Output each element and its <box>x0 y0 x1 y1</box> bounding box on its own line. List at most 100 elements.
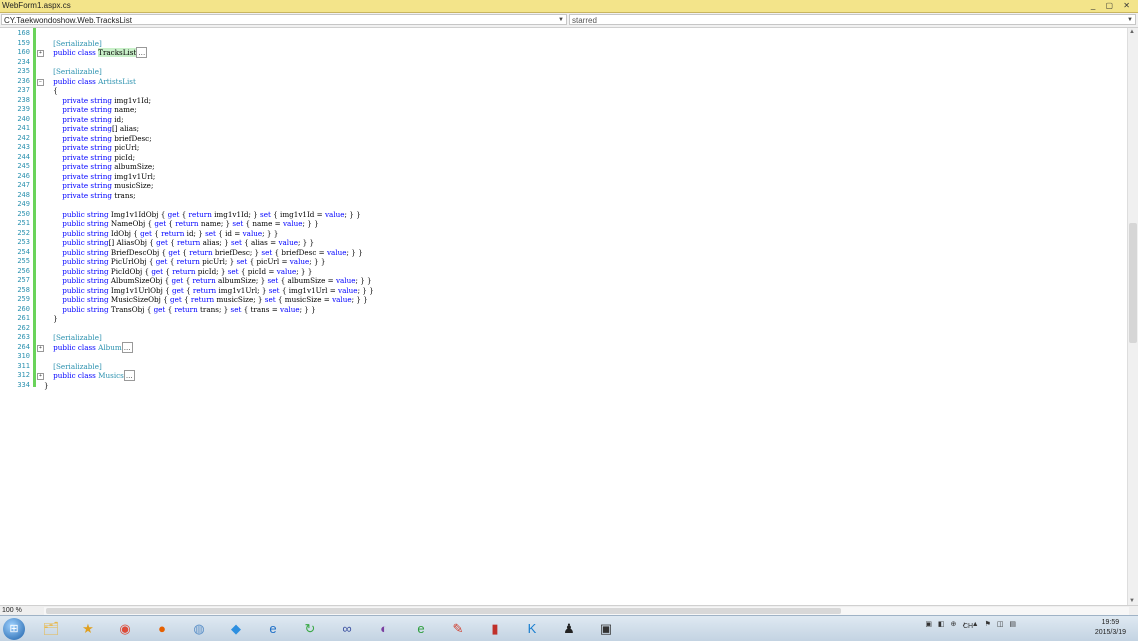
firefox-icon[interactable]: ● <box>147 618 177 639</box>
code-line[interactable]: 242 private string briefDesc; <box>0 134 1120 144</box>
code-line[interactable]: 251 public string NameObj { get { return… <box>0 219 1120 229</box>
code-line[interactable]: 255 public string PicUrlObj { get { retu… <box>0 257 1120 267</box>
code-token: value <box>335 276 356 285</box>
code-text: [Serializable] <box>44 362 102 372</box>
code-line[interactable]: 248 private string trans; <box>0 191 1120 201</box>
ie2-icon[interactable]: e <box>406 618 436 639</box>
collapsed-region[interactable]: ... <box>136 47 148 58</box>
code-line[interactable]: 260 public string TransObj { get { retur… <box>0 305 1120 315</box>
vs-icon[interactable]: ▣ <box>591 618 621 639</box>
code-line[interactable]: 254 public string BriefDescObj { get { r… <box>0 248 1120 258</box>
expand-icon[interactable]: + <box>37 344 44 352</box>
scroll-down-icon[interactable]: ▼ <box>1129 598 1135 604</box>
code-line[interactable]: 237 { <box>0 86 1120 96</box>
code-line[interactable]: 253 public string[] AliasObj { get { ret… <box>0 238 1120 248</box>
code-line[interactable]: 310 <box>0 352 1120 362</box>
browser-icon[interactable]: ◍ <box>184 618 214 639</box>
code-line[interactable]: 234 <box>0 58 1120 68</box>
code-token: set <box>205 228 216 238</box>
vertical-scroll-thumb[interactable] <box>1129 223 1137 343</box>
document-tab[interactable]: WebForm1.aspx.cs <box>2 0 71 12</box>
code-token: musicSize; } <box>214 295 265 304</box>
horizontal-scrollbar[interactable] <box>44 607 1129 615</box>
qq-icon[interactable]: ♟ <box>554 618 584 639</box>
code-line[interactable]: 259 public string MusicSizeObj { get { r… <box>0 295 1120 305</box>
code-line[interactable]: 257 public string AlbumSizeObj { get { r… <box>0 276 1120 286</box>
system-tray-icons[interactable]: ▣ ◧ ⊕ ♪ ▲ ⚑ ◫ ▤ <box>925 620 1018 628</box>
code-token: return <box>189 247 213 257</box>
code-token: alias; } <box>200 238 231 247</box>
code-line[interactable]: 247 private string musicSize; <box>0 181 1120 191</box>
explorer-icon[interactable]: 🗂 <box>36 618 66 639</box>
code-token: private string <box>62 95 115 105</box>
code-line[interactable]: 245 private string albumSize; <box>0 162 1120 172</box>
code-line[interactable]: 159 [Serializable] <box>0 39 1120 49</box>
k-app-icon[interactable]: K <box>517 618 547 639</box>
code-line[interactable]: 311 [Serializable] <box>0 362 1120 372</box>
code-line[interactable]: 249 <box>0 200 1120 210</box>
scroll-up-icon[interactable]: ▲ <box>1129 29 1135 35</box>
code-line[interactable]: 312 + public class Musics... <box>0 370 1120 381</box>
chrome-icon[interactable]: ◉ <box>110 618 140 639</box>
code-line[interactable]: 238 private string img1v1Id; <box>0 96 1120 106</box>
code-line[interactable]: 241 private string[] alias; <box>0 124 1120 134</box>
app-icon[interactable]: ◆ <box>221 618 251 639</box>
start-button[interactable]: ⊞ <box>3 618 25 640</box>
code-line[interactable]: 250 public string Img1v1IdObj { get { re… <box>0 210 1120 220</box>
collapsed-region[interactable]: ... <box>123 370 135 381</box>
expand-icon[interactable]: + <box>37 50 44 57</box>
member-dropdown[interactable]: starred ▼ <box>569 14 1136 25</box>
badge-app-icon[interactable]: ★ <box>73 618 103 639</box>
code-token: public string <box>62 257 111 266</box>
horizontal-scroll-thumb[interactable] <box>46 608 841 614</box>
code-line[interactable]: 243 private string picUrl; <box>0 143 1120 153</box>
code-line[interactable]: 261 } <box>0 314 1120 324</box>
code-text: public string PicUrlObj { get { return p… <box>44 257 325 267</box>
code-line[interactable]: 244 private string picId; <box>0 153 1120 163</box>
code-line[interactable]: 262 <box>0 324 1120 334</box>
code-line[interactable]: 235 [Serializable] <box>0 67 1120 77</box>
code-token: public class <box>53 48 99 57</box>
tool-icon[interactable]: ✎ <box>443 618 473 639</box>
link-app-icon[interactable]: ∞ <box>332 618 362 639</box>
code-token: value <box>332 295 352 304</box>
code-token: get <box>170 295 182 304</box>
code-token: public class <box>53 76 99 86</box>
ie-icon[interactable]: e <box>258 618 288 639</box>
code-editor[interactable]: 168 159 [Serializable] 160 + public class T… <box>0 28 1128 605</box>
code-token: public string <box>62 304 111 314</box>
code-token: private string <box>62 181 115 190</box>
clock[interactable]: 19:59 2015/3/19 <box>1095 618 1126 638</box>
code-token: AlbumSizeObj { <box>110 276 172 285</box>
expand-icon[interactable]: + <box>37 373 44 380</box>
code-token: img1v1Url; <box>114 171 156 181</box>
type-dropdown[interactable]: CY.Taekwondoshow.Web.TracksList ▼ <box>1 14 567 25</box>
code-token: Img1v1UrlObj { <box>110 285 172 295</box>
code-line[interactable]: 263 [Serializable] <box>0 333 1120 343</box>
code-line[interactable]: 258 public string Img1v1UrlObj { get { r… <box>0 286 1120 296</box>
code-line[interactable]: 236− public class ArtistsList <box>0 77 1120 87</box>
collapsed-region[interactable]: ... <box>121 341 133 353</box>
line-number: 236 <box>17 76 30 85</box>
media-icon[interactable]: ◐ <box>369 618 399 639</box>
code-token: private string <box>62 143 115 152</box>
code-line[interactable]: 168 <box>0 29 1120 39</box>
code-line[interactable]: 334} <box>0 381 1120 391</box>
window-controls[interactable]: _ ▢ ✕ <box>1091 0 1134 12</box>
book-icon[interactable]: ▮ <box>480 618 510 639</box>
vertical-scrollbar[interactable]: ▲ ▼ <box>1127 28 1138 605</box>
code-line[interactable]: 252 public string IdObj { get { return i… <box>0 229 1120 239</box>
code-token: img1v1Url; } <box>216 285 269 295</box>
code-line[interactable]: 264 + public class Album... <box>0 341 1120 353</box>
refresh-app-icon[interactable]: ↻ <box>295 618 325 639</box>
code-line[interactable]: 256 public string PicIdObj { get { retur… <box>0 267 1120 277</box>
code-line[interactable]: 246 private string img1v1Url; <box>0 172 1120 182</box>
code-line[interactable]: 160 + public class TracksList... <box>0 47 1120 58</box>
code-line[interactable]: 239 private string name; <box>0 105 1120 115</box>
collapse-icon[interactable]: − <box>37 78 44 86</box>
code-line[interactable]: 240 private string id; <box>0 115 1120 125</box>
